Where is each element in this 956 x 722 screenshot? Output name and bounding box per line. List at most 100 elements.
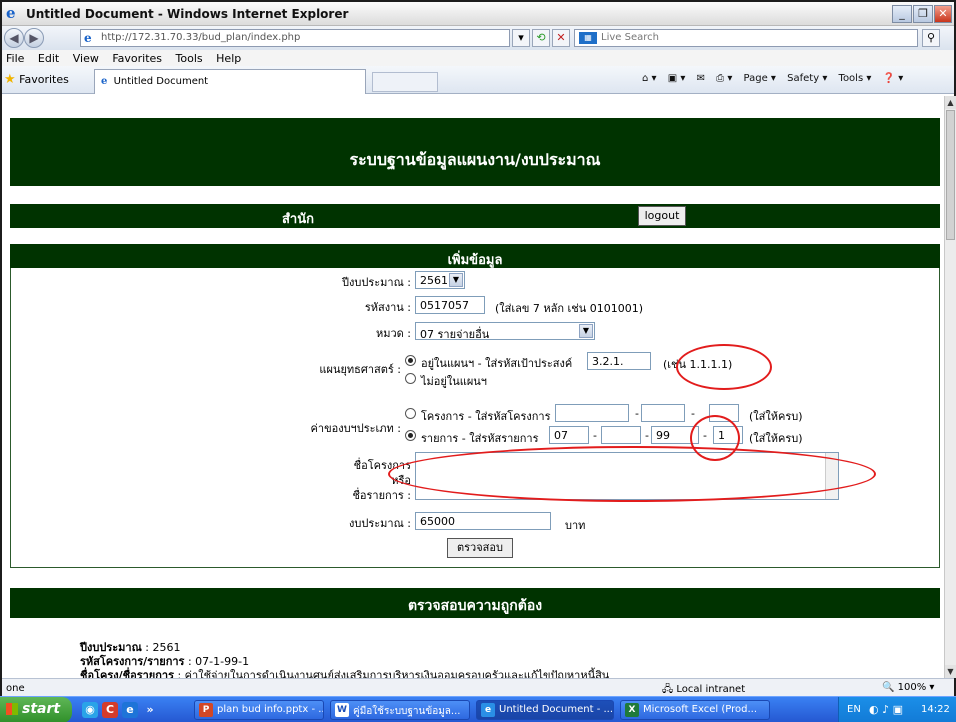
task-excel[interactable]: X Microsoft Excel (Prod... <box>620 700 770 720</box>
office-label: สำนัก <box>282 212 314 227</box>
page-banner: ระบบฐานข้อมูลแผนงาน/งบประมาณ <box>10 118 940 186</box>
quicklaunch-ie-icon[interactable]: e <box>122 702 138 718</box>
page-content: ระบบฐานข้อมูลแผนงาน/งบประมาณ สำนัก logou… <box>6 96 944 678</box>
annotation-circle-name-textarea <box>388 446 876 502</box>
quicklaunch-chrome-icon[interactable]: ◉ <box>82 702 98 718</box>
strategy-not-in-plan-radio[interactable] <box>405 373 416 384</box>
logout-button[interactable]: logout <box>638 206 686 226</box>
mail-icon[interactable]: ✉ <box>697 73 705 84</box>
language-indicator[interactable]: EN <box>847 704 861 715</box>
tab-title: Untitled Document <box>113 76 209 87</box>
work-code-input[interactable]: 0517057 <box>415 296 485 314</box>
quicklaunch-more-icon[interactable]: » <box>142 702 158 718</box>
strategy-in-plan-label: อยู่ในแผนฯ - ใส่รหัสเป้าประสงค์ <box>421 357 573 370</box>
address-bar[interactable]: e http://172.31.70.33/bud_plan/index.php <box>80 29 510 47</box>
item-code-1[interactable]: 07 <box>549 426 589 444</box>
project-radio[interactable] <box>405 408 416 419</box>
refresh-icon[interactable]: ⟲ <box>532 29 550 47</box>
scroll-thumb[interactable] <box>946 110 955 240</box>
scroll-down-icon[interactable]: ▼ <box>945 665 956 678</box>
menu-favorites[interactable]: Favorites <box>112 52 162 65</box>
live-search-logo-icon: ▦ <box>579 32 597 44</box>
goal-code-input[interactable]: 3.2.1. <box>587 352 651 370</box>
dash: - <box>593 429 597 442</box>
search-box[interactable]: ▦ Live Search <box>574 29 918 47</box>
menu-view[interactable]: View <box>73 52 99 65</box>
project-code-2[interactable] <box>641 404 685 422</box>
address-toolbar: ◀ ▶ e http://172.31.70.33/bud_plan/index… <box>2 26 954 50</box>
verify-title: ตรวจสอบความถูกต้อง <box>10 588 940 618</box>
menu-bar: File Edit View Favorites Tools Help <box>2 50 954 66</box>
item-option-label: รายการ - ใส่รหัสรายการ <box>421 432 539 445</box>
close-button[interactable]: ✕ <box>934 5 952 23</box>
menu-edit[interactable]: Edit <box>38 52 59 65</box>
task-word[interactable]: W คู่มือใช้ระบบฐานข้อมูล... <box>330 700 470 720</box>
address-dropdown-icon[interactable]: ▾ <box>512 29 530 47</box>
menu-help[interactable]: Help <box>216 52 241 65</box>
excel-icon: X <box>625 703 639 717</box>
print-icon[interactable]: ⎙ ▾ <box>716 73 732 84</box>
dash: - <box>635 407 639 420</box>
safety-menu[interactable]: Safety ▾ <box>787 73 827 84</box>
feeds-icon[interactable]: ▣ ▾ <box>668 73 686 84</box>
category-value: 07 รายจ่ายอื่น <box>420 328 490 341</box>
stop-icon[interactable]: ✕ <box>552 29 570 47</box>
task-ie[interactable]: e Untitled Document - ... <box>476 700 614 720</box>
tools-menu[interactable]: Tools ▾ <box>839 73 872 84</box>
work-code-label: รหัสงาน : <box>364 301 411 314</box>
task-word-label: คู่มือใช้ระบบฐานข้อมูล... <box>353 706 461 717</box>
page-menu[interactable]: Page ▾ <box>744 73 776 84</box>
check-button[interactable]: ตรวจสอบ <box>447 538 513 558</box>
page-scrollbar[interactable]: ▲ ▼ <box>944 96 956 678</box>
budget-input[interactable]: 65000 <box>415 512 551 530</box>
result-name-label: ชื่อโครง/ชื่อรายการ <box>80 669 174 678</box>
back-button[interactable]: ◀ <box>4 28 24 48</box>
help-icon[interactable]: ❓ ▾ <box>883 73 904 84</box>
scroll-up-icon[interactable]: ▲ <box>945 96 956 109</box>
forward-button[interactable]: ▶ <box>24 28 44 48</box>
tab-untitled-document[interactable]: e Untitled Document <box>94 69 366 94</box>
project-complete-hint: (ใส่ให้ครบ) <box>749 410 803 423</box>
zoom-control[interactable]: 🔍 100% ▾ <box>882 682 934 693</box>
word-icon: W <box>335 703 349 717</box>
add-data-form: ปีงบประมาณ : 2561 ▼ รหัสงาน : 0517057 (ใ… <box>10 268 940 568</box>
project-code-1[interactable] <box>555 404 629 422</box>
tray-icons[interactable]: ◐ ♪ ▣ <box>869 703 903 716</box>
office-bar: สำนัก logout <box>10 204 940 228</box>
clock: 14:22 <box>921 704 950 715</box>
result-name: ชื่อโครง/ชื่อรายการ : ค่าใช้จ่ายในการดำเ… <box>80 666 609 678</box>
new-tab-button[interactable] <box>372 72 438 92</box>
category-select[interactable]: 07 รายจ่ายอื่น ▼ <box>415 322 595 341</box>
project-option-label: โครงการ - ใส่รหัสโครงการ <box>421 410 551 423</box>
item-complete-hint: (ใส่ให้ครบ) <box>749 432 803 445</box>
form-title: เพิ่มข้อมูล <box>10 244 940 268</box>
chevron-down-icon: ▼ <box>579 324 593 338</box>
fiscal-year-select[interactable]: 2561 ▼ <box>415 271 465 289</box>
name-label-line3: ชื่อรายการ : <box>352 489 411 502</box>
menu-tools[interactable]: Tools <box>176 52 203 65</box>
strategy-in-plan-radio[interactable] <box>405 355 416 366</box>
category-label: หมวด : <box>375 327 411 340</box>
chevron-down-icon: ▼ <box>449 273 463 287</box>
home-icon[interactable]: ⌂ ▾ <box>642 73 657 84</box>
window-title: Untitled Document - Windows Internet Exp… <box>26 7 349 21</box>
start-button[interactable]: start <box>0 697 72 722</box>
ie-logo-icon: e <box>6 4 16 22</box>
windows-flag-icon <box>6 703 18 715</box>
minimize-button[interactable]: _ <box>892 5 912 23</box>
item-code-2[interactable] <box>601 426 641 444</box>
fiscal-year-label: ปีงบประมาณ : <box>342 276 411 289</box>
dash: - <box>691 407 695 420</box>
search-icon[interactable]: ⚲ <box>922 29 940 47</box>
menu-file[interactable]: File <box>6 52 24 65</box>
task-powerpoint[interactable]: P plan bud info.pptx - ... <box>194 700 324 720</box>
expense-type-label: ค่าของบฯประเภท : <box>310 422 401 435</box>
maximize-button[interactable]: ❐ <box>913 5 933 23</box>
taskbar: start ◉ C e » P plan bud info.pptx - ...… <box>0 696 956 722</box>
work-code-hint: (ใส่เลข 7 หลัก เช่น 0101001) <box>495 302 644 315</box>
quicklaunch-app-icon[interactable]: C <box>102 702 118 718</box>
item-radio[interactable] <box>405 430 416 441</box>
star-icon: ★ <box>4 72 16 87</box>
favorites-button[interactable]: ★ Favorites <box>4 72 69 87</box>
task-powerpoint-label: plan bud info.pptx - ... <box>217 704 324 715</box>
